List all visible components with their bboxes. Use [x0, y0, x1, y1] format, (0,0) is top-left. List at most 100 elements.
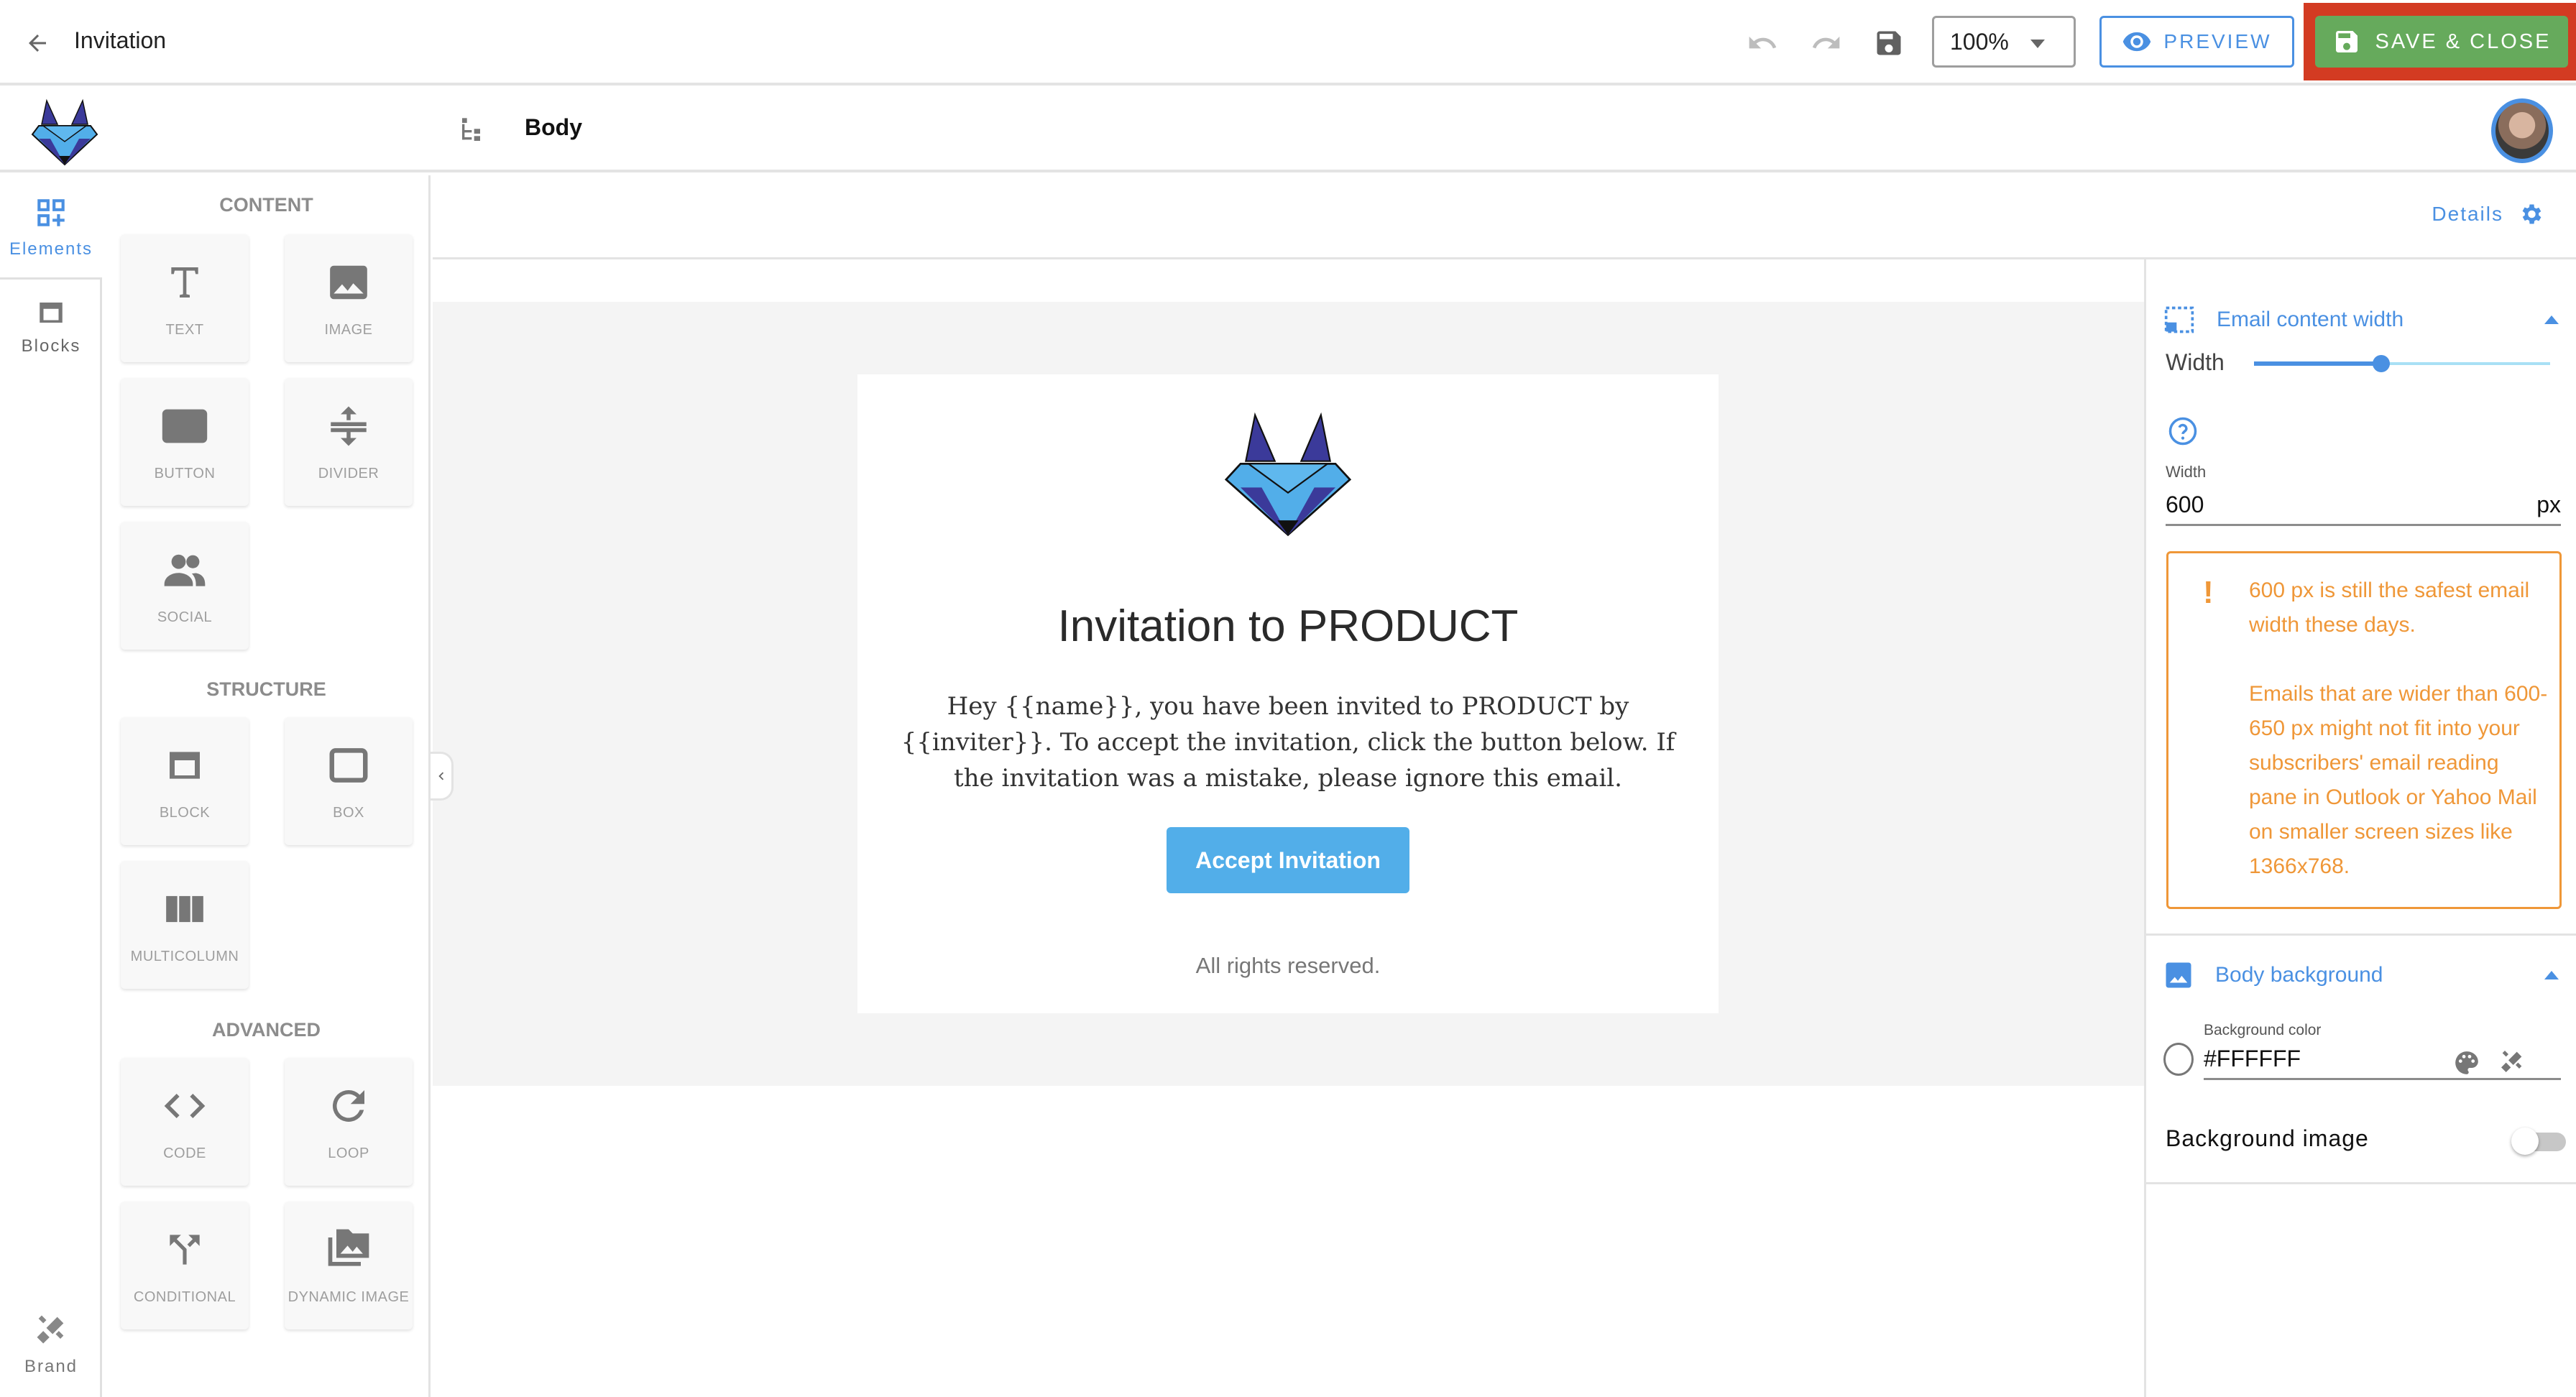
loop-icon	[332, 1089, 364, 1122]
background-image-toggle[interactable]	[2511, 1128, 2566, 1156]
element-tile-image[interactable]: IMAGE	[285, 234, 413, 362]
element-tile-multicolumn[interactable]: MULTICOLUMN	[121, 861, 249, 989]
details-bar: Details	[433, 175, 2576, 259]
section-title-advanced: ADVANCED	[211, 1019, 321, 1041]
email-content[interactable]: Invitation to PRODUCT Hey {{name}}, you …	[857, 374, 1719, 1013]
warning-text: 600 px is still the safest email width t…	[2249, 573, 2551, 884]
redo-icon	[1812, 36, 1840, 49]
tile-label: LOOP	[328, 1145, 369, 1161]
floppy-disk-icon	[2335, 31, 2358, 52]
width-input[interactable]: 600 px	[2166, 486, 2561, 526]
section-divider	[2146, 1182, 2576, 1184]
caret-up-icon	[2544, 971, 2559, 979]
code-icon	[164, 1093, 206, 1118]
section-title: Email content width	[2217, 308, 2404, 331]
warning-line-2: Emails that are wider than 600-650 px mi…	[2249, 682, 2548, 878]
color-swatch[interactable]	[2163, 1043, 2194, 1076]
rail-item-blocks[interactable]: Blocks	[0, 298, 102, 356]
width-input-value: 600	[2166, 492, 2204, 517]
elements-panel: CONTENT TEXT IMAGE BUTTON DIVIDER SOCIAL…	[102, 175, 431, 1397]
element-tile-box[interactable]: BOX	[285, 717, 413, 845]
element-tile-block[interactable]: BLOCK	[121, 717, 249, 845]
exclamation-icon: !	[2203, 575, 2214, 610]
undo-button[interactable]	[1744, 24, 1781, 62]
button-icon	[162, 409, 208, 443]
image-icon	[330, 265, 367, 299]
design-tools-icon	[37, 1315, 64, 1344]
fox-logo-icon	[31, 98, 98, 166]
details-label: Details	[2432, 203, 2503, 225]
element-tile-loop[interactable]: LOOP	[285, 1058, 413, 1186]
redo-button[interactable]	[1808, 24, 1845, 62]
details-button[interactable]: Details	[2432, 201, 2544, 227]
rail-item-elements[interactable]: Elements	[0, 195, 102, 259]
tile-label: IMAGE	[324, 321, 373, 338]
divider-icon	[331, 406, 367, 446]
accept-invitation-button[interactable]: Accept Invitation	[1167, 827, 1409, 893]
width-box-icon	[2164, 306, 2194, 333]
zoom-value: 100%	[1950, 28, 2009, 55]
element-tile-code[interactable]: CODE	[121, 1058, 249, 1186]
element-tile-button[interactable]: BUTTON	[121, 378, 249, 506]
tile-label: BLOCK	[159, 804, 211, 821]
tile-label: SOCIAL	[157, 609, 213, 625]
design-tools-icon[interactable]	[2498, 1047, 2526, 1076]
palette-icon[interactable]	[2453, 1049, 2480, 1076]
slider-thumb[interactable]	[2373, 355, 2391, 372]
preview-label: PREVIEW	[2163, 30, 2272, 52]
slider-fill	[2254, 361, 2382, 366]
rail-label-brand: Brand	[24, 1357, 78, 1376]
rail-label-elements: Elements	[9, 239, 93, 259]
add-elements-icon	[37, 199, 65, 226]
content-width-section-header[interactable]: Email content width	[2163, 298, 2566, 341]
element-tile-dynamic-image[interactable]: DYNAMIC IMAGE	[285, 1202, 413, 1329]
collapse-panel-button[interactable]	[431, 752, 454, 801]
help-circle-icon[interactable]	[2168, 416, 2198, 446]
section-title-content: CONTENT	[219, 194, 313, 216]
document-title: Invitation	[74, 27, 167, 53]
tile-label: BOX	[333, 804, 364, 821]
email-body-text[interactable]: Hey {{name}}, you have been invited to P…	[886, 688, 1690, 796]
rail-item-brand[interactable]: Brand	[0, 1311, 102, 1377]
eye-icon	[2123, 32, 2151, 52]
rail-divider	[0, 277, 102, 1397]
tile-label: MULTICOLUMN	[130, 948, 239, 964]
tile-label: CONDITIONAL	[133, 1288, 236, 1305]
zoom-select[interactable]: 100%	[1932, 16, 2076, 68]
tile-label: BUTTON	[154, 465, 216, 481]
caret-down-icon	[2030, 40, 2045, 48]
columns-icon	[166, 895, 203, 922]
block-icon	[170, 751, 200, 779]
block-icon	[40, 303, 63, 323]
preview-button[interactable]: PREVIEW	[2099, 16, 2294, 68]
width-slider[interactable]	[2254, 353, 2550, 374]
element-tile-conditional[interactable]: CONDITIONAL	[121, 1202, 249, 1329]
width-field-label: Width	[2166, 463, 2207, 481]
tile-label: CODE	[163, 1145, 206, 1161]
warning-line-1: 600 px is still the safest email width t…	[2249, 578, 2530, 637]
top-toolbar: Invitation 100% PREVIEW SAVE & CLOSE	[0, 0, 2576, 86]
body-background-section-header[interactable]: Body background	[2163, 954, 2566, 997]
section-title: Body background	[2215, 963, 2383, 987]
back-button[interactable]	[20, 26, 55, 60]
email-heading[interactable]: Invitation to PRODUCT	[857, 601, 1719, 652]
caret-up-icon	[2544, 315, 2559, 324]
email-footer[interactable]: All rights reserved.	[857, 953, 1719, 979]
tile-label: DYNAMIC IMAGE	[288, 1288, 410, 1305]
save-button[interactable]	[1870, 24, 1908, 62]
element-tile-social[interactable]: SOCIAL	[121, 522, 249, 650]
element-tile-divider[interactable]: DIVIDER	[285, 378, 413, 506]
chevron-left-icon	[438, 772, 443, 780]
split-arrows-icon	[170, 1234, 200, 1265]
social-icon	[164, 554, 206, 586]
slider-label: Width	[2166, 349, 2225, 375]
element-tile-text[interactable]: TEXT	[121, 234, 249, 362]
floppy-disk-icon	[1877, 31, 1901, 55]
photo-library-icon	[328, 1229, 369, 1266]
user-avatar[interactable]	[2491, 98, 2553, 163]
breadcrumb-body[interactable]: Body	[525, 114, 582, 141]
arrow-left-icon	[29, 34, 46, 52]
save-and-close-button[interactable]: SAVE & CLOSE	[2315, 16, 2568, 68]
width-warning: ! 600 px is still the safest email width…	[2166, 551, 2562, 909]
layer-tree-icon[interactable]	[459, 116, 487, 144]
